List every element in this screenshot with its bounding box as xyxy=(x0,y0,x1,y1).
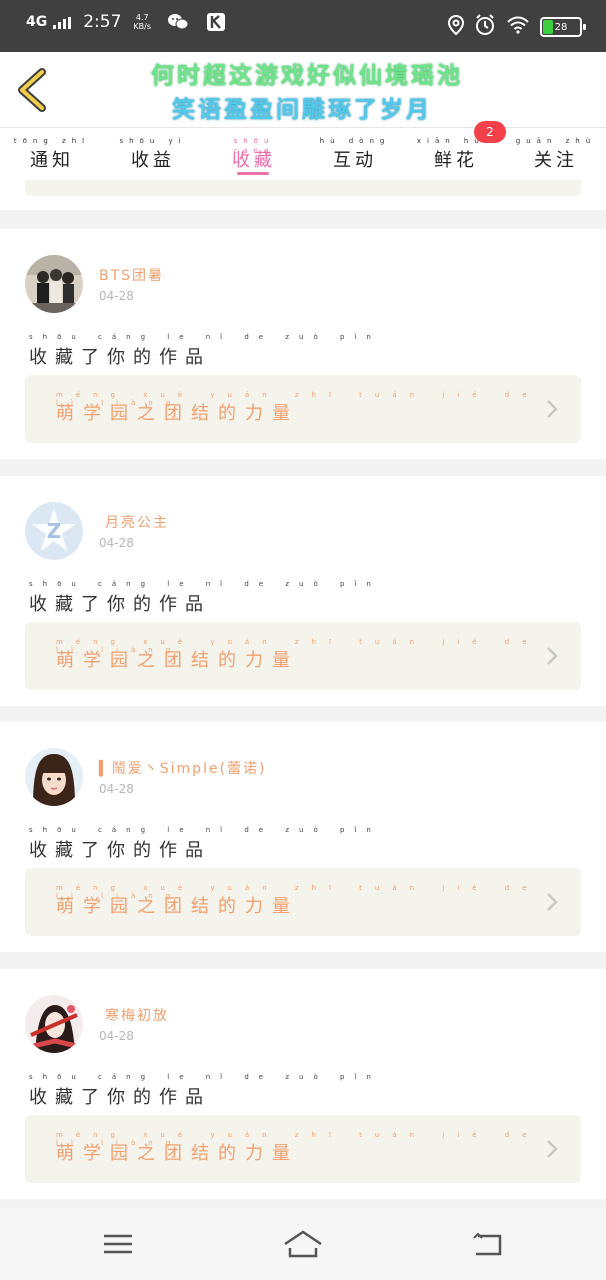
list-item: Z 月亮公主 04-28 shōu cáng le nǐ de zuò pǐn … xyxy=(0,476,606,706)
tab-label: 互动 xyxy=(333,150,377,171)
list-item: BTS团暑 04-28 shōu cáng le nǐ de zuò pǐn 收… xyxy=(0,229,606,459)
chevron-right-icon xyxy=(545,1139,559,1159)
timestamp: 04-28 xyxy=(99,289,134,303)
status-bar: 4G 2:57 4.7 KB/s 28 xyxy=(0,0,606,52)
work-link[interactable]: méng xué yuán zhī tuán jié de lì liàng 萌… xyxy=(25,375,581,443)
location-icon xyxy=(447,14,465,39)
work-title: 萌学园之团结的力量 xyxy=(56,650,299,671)
username[interactable]: ▍鬧爱丶Simple(蕾诺) xyxy=(99,758,267,778)
work-link[interactable]: méng xué yuán zhī tuán jié de lì liàng 萌… xyxy=(25,868,581,936)
tab-notifications[interactable]: tōng zhī 通知 xyxy=(7,128,97,180)
battery-icon: 28 xyxy=(540,17,586,37)
activity-label: 收藏了你的作品 xyxy=(29,347,211,368)
tab-label: 收藏 xyxy=(232,150,276,171)
activity-label: 收藏了你的作品 xyxy=(29,840,211,861)
system-nav-bar xyxy=(0,1208,606,1280)
timestamp: 04-28 xyxy=(99,782,134,796)
app-header: 何时超这游戏好似仙境瑶池 笑语盈盈间雕琢了岁月 xyxy=(0,52,606,128)
work-title: 萌学园之团结的力量 xyxy=(56,896,299,917)
net-speed: 4.7 KB/s xyxy=(133,13,152,31)
tab-label: 鲜花 xyxy=(434,150,478,171)
chevron-right-icon xyxy=(545,646,559,666)
clock: 2:57 xyxy=(83,12,122,32)
alarm-icon xyxy=(474,14,496,40)
tab-pinyin: hù dòng xyxy=(319,137,391,145)
chevron-right-icon xyxy=(545,892,559,912)
work-title: 萌学园之团结的力量 xyxy=(56,1143,299,1164)
activity-text: shōu cáng le nǐ de zuò pǐn 收藏了你的作品 xyxy=(29,1073,381,1109)
flowers-badge: 2 xyxy=(474,121,506,143)
activity-text: shōu cáng le nǐ de zuò pǐn 收藏了你的作品 xyxy=(29,333,381,369)
list-item: 寒梅初放 04-28 shōu cáng le nǐ de zuò pǐn 收藏… xyxy=(0,969,606,1199)
tab-pinyin: shōu yì xyxy=(119,137,187,145)
tab-label: 通知 xyxy=(30,150,74,171)
username[interactable]: 月亮公主 xyxy=(105,512,169,532)
tab-label: 收益 xyxy=(131,150,175,171)
activity-label: 收藏了你的作品 xyxy=(29,594,211,615)
work-link[interactable]: méng xué yuán zhī tuán jié de lì liàng 萌… xyxy=(25,622,581,690)
list-item: ▍鬧爱丶Simple(蕾诺) 04-28 shōu cáng le nǐ de … xyxy=(0,722,606,952)
username[interactable]: 寒梅初放 xyxy=(105,1005,169,1025)
kuaikan-app-icon xyxy=(205,12,227,32)
activity-pinyin: shōu cáng le nǐ de zuò pǐn xyxy=(29,333,381,341)
back-icon[interactable] xyxy=(468,1226,508,1262)
tab-interactions[interactable]: hù dòng 互动 xyxy=(310,128,400,180)
activity-pinyin: shōu cáng le nǐ de zuò pǐn xyxy=(29,580,381,588)
tab-pinyin: guān zhù xyxy=(515,137,597,145)
back-arrow-icon[interactable] xyxy=(14,68,50,112)
tab-pinyin: shōu cáng xyxy=(233,137,275,155)
home-icon[interactable] xyxy=(282,1226,322,1262)
tab-earnings[interactable]: shōu yì 收益 xyxy=(108,128,198,180)
menu-icon[interactable] xyxy=(98,1226,138,1262)
timestamp: 04-28 xyxy=(99,536,134,550)
avatar[interactable] xyxy=(25,748,83,806)
wechat-icon xyxy=(167,12,189,32)
avatar[interactable] xyxy=(25,995,83,1053)
activity-pinyin: shōu cáng le nǐ de zuò pǐn xyxy=(29,826,381,834)
chevron-right-icon xyxy=(545,399,559,419)
signal-icon xyxy=(53,17,72,29)
timestamp: 04-28 xyxy=(99,1029,134,1043)
list-item xyxy=(0,180,606,210)
tab-label: 关注 xyxy=(534,150,578,171)
work-title: 萌学园之团结的力量 xyxy=(56,403,299,424)
wifi-icon xyxy=(506,16,530,38)
svg-text:Z: Z xyxy=(47,519,62,543)
avatar[interactable]: Z xyxy=(25,502,83,560)
username[interactable]: BTS团暑 xyxy=(99,265,164,285)
tab-pinyin: tōng zhī xyxy=(13,137,91,145)
tab-bar: tōng zhī 通知 shōu yì 收益 shōu cáng 收藏 hù d… xyxy=(0,128,606,180)
avatar[interactable] xyxy=(25,255,83,313)
work-link[interactable]: méng xué yuán zhī tuán jié de lì liàng 萌… xyxy=(25,1115,581,1183)
header-title-line2: 笑语盈盈间雕琢了岁月 xyxy=(172,97,432,123)
tab-following[interactable]: guān zhù 关注 xyxy=(511,128,601,180)
active-tab-indicator xyxy=(237,172,269,175)
header-title-line1: 何时超这游戏好似仙境瑶池 xyxy=(151,63,463,89)
activity-label: 收藏了你的作品 xyxy=(29,1087,211,1108)
activity-pinyin: shōu cáng le nǐ de zuò pǐn xyxy=(29,1073,381,1081)
network-type: 4G xyxy=(26,14,48,30)
activity-text: shōu cáng le nǐ de zuò pǐn 收藏了你的作品 xyxy=(29,826,381,862)
activity-text: shōu cáng le nǐ de zuò pǐn 收藏了你的作品 xyxy=(29,580,381,616)
